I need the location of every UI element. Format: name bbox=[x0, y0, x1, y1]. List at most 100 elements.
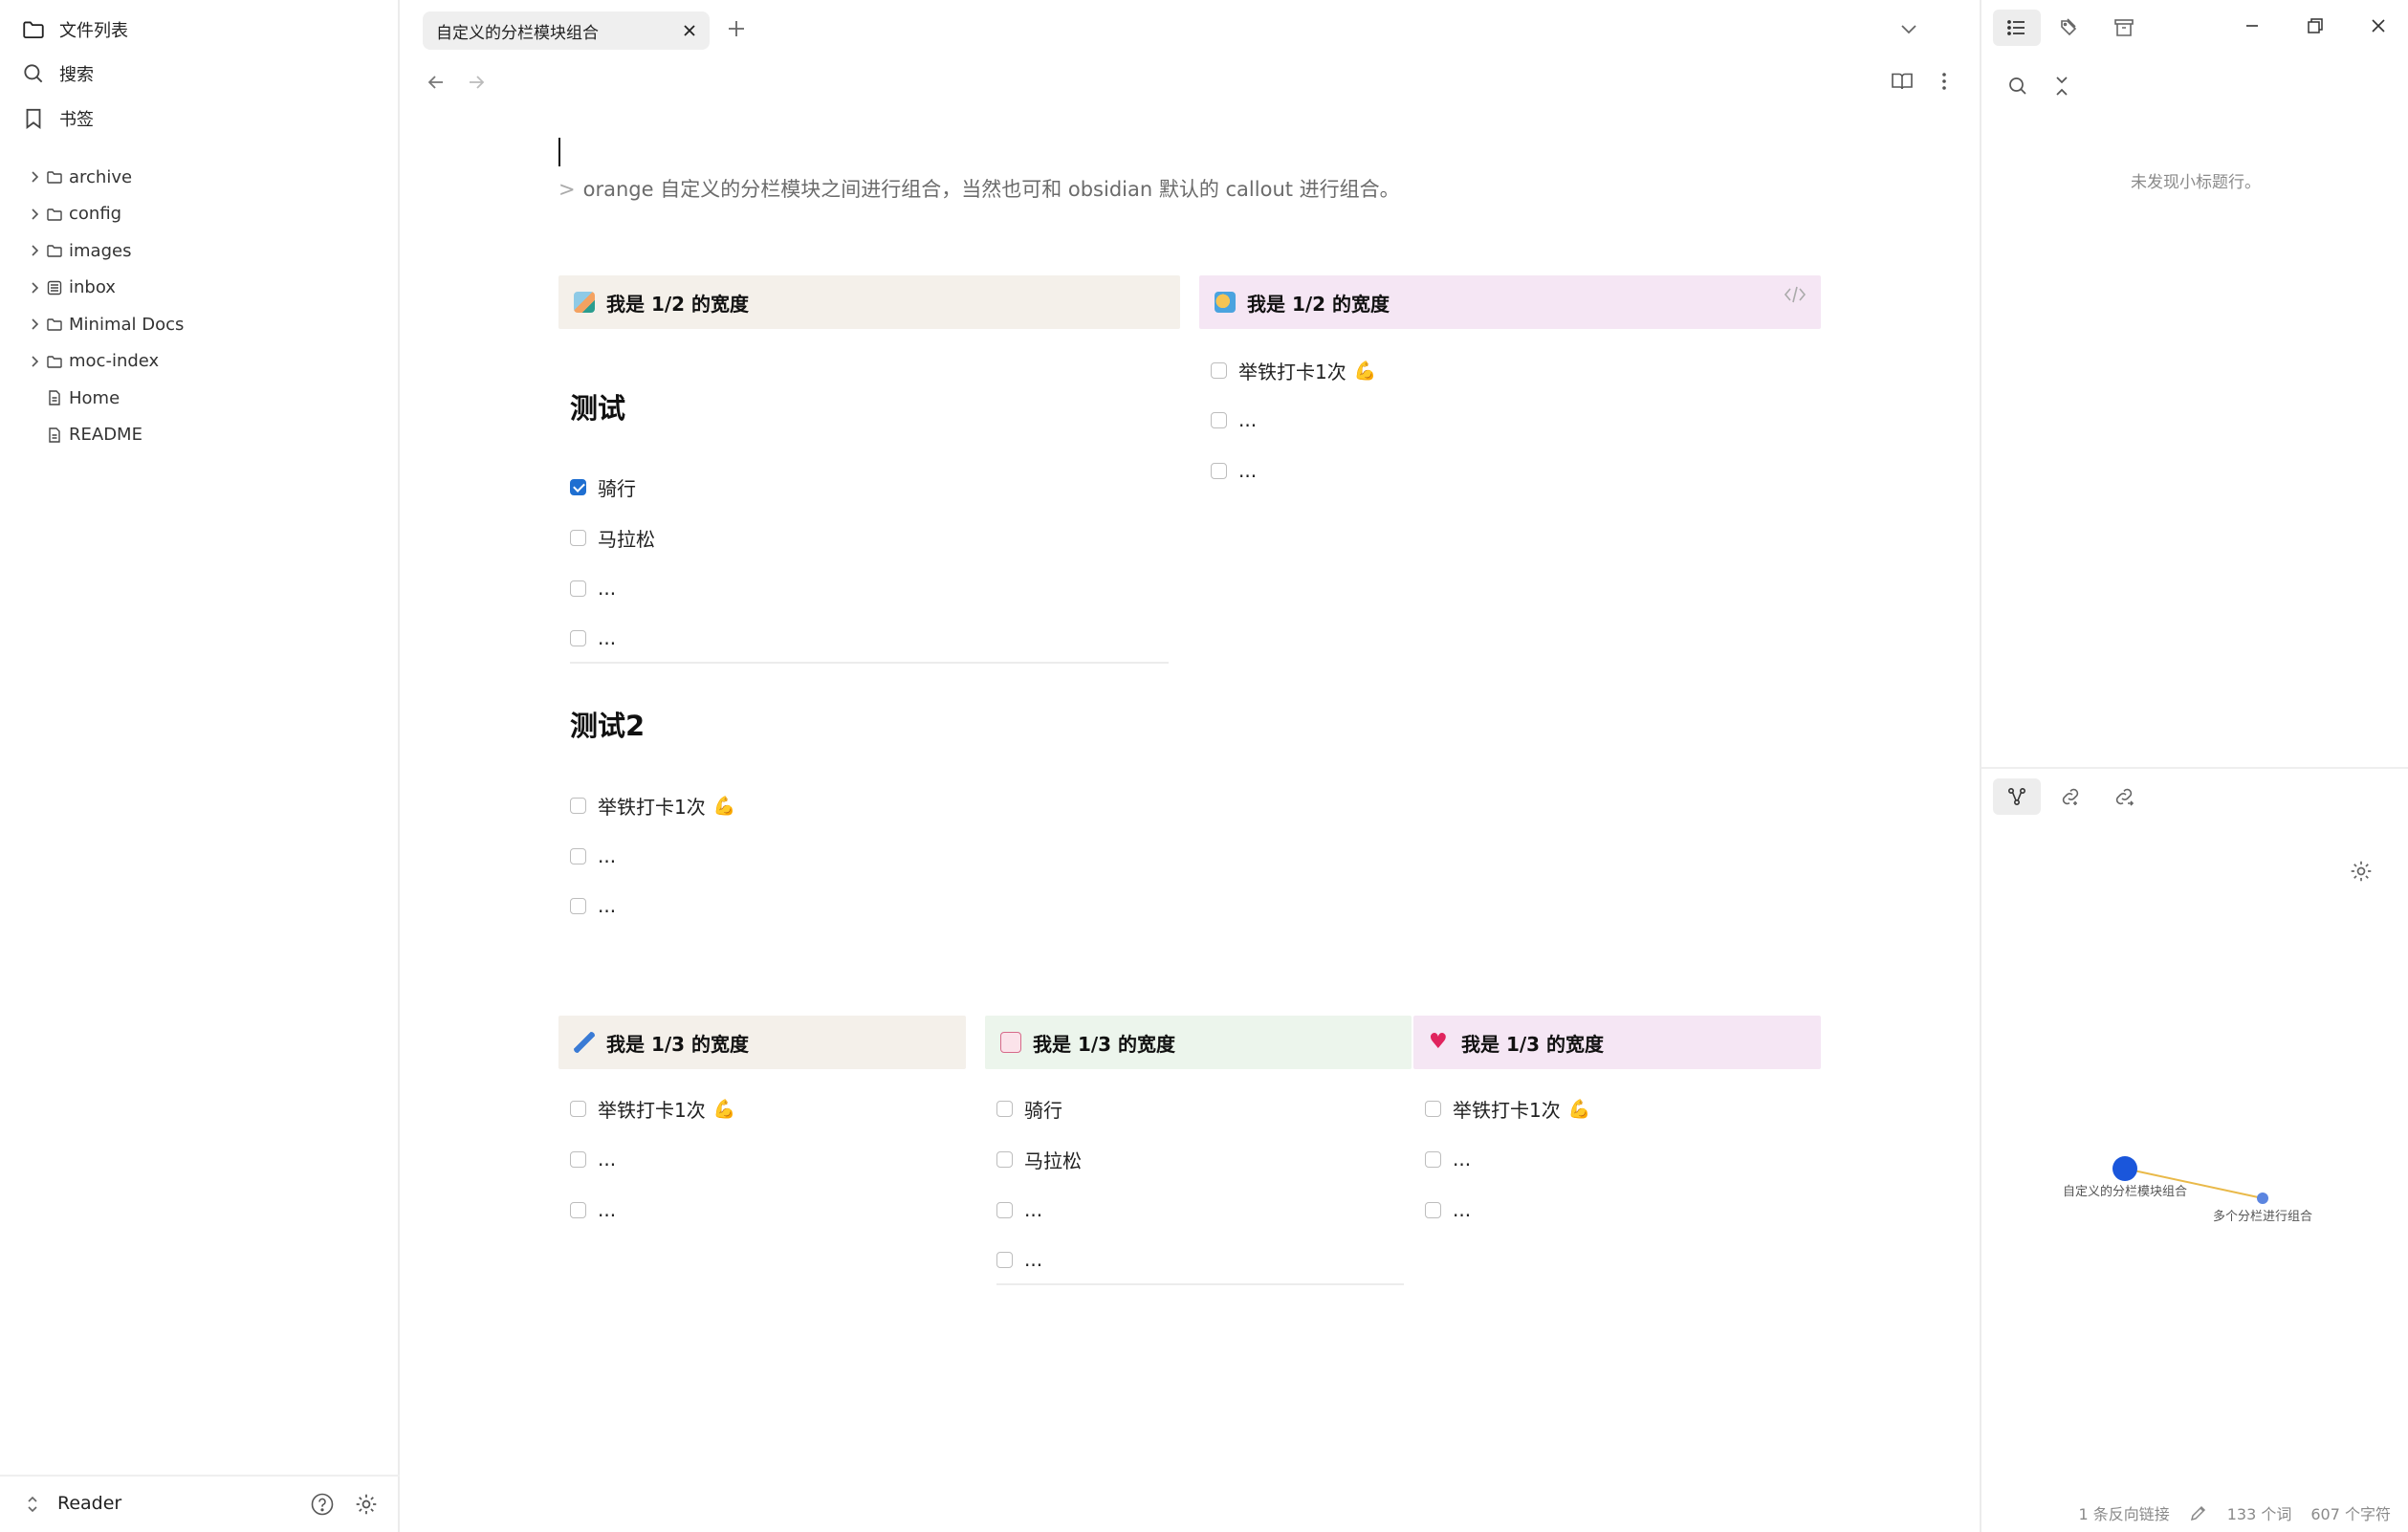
chevron-right-icon[interactable] bbox=[27, 243, 42, 258]
minimize-icon[interactable] bbox=[2242, 15, 2263, 36]
nav-search[interactable]: 搜索 bbox=[21, 57, 94, 90]
checkbox[interactable] bbox=[570, 580, 586, 597]
task-item[interactable]: ... bbox=[1425, 1143, 1471, 1175]
checkbox[interactable] bbox=[570, 1100, 586, 1117]
code-icon[interactable] bbox=[1783, 283, 1807, 306]
tree-folder-archive[interactable]: archive bbox=[27, 159, 184, 196]
nav-files[interactable]: 文件列表 bbox=[21, 13, 128, 46]
chevron-right-icon[interactable] bbox=[27, 354, 42, 369]
collapse-all-icon[interactable] bbox=[2050, 75, 2073, 98]
task-item[interactable]: ... bbox=[1211, 454, 1257, 487]
checkbox[interactable] bbox=[1425, 1201, 1441, 1218]
task-item[interactable]: ... bbox=[1425, 1193, 1471, 1226]
tab-active[interactable]: 自定义的分栏模块组合 bbox=[423, 11, 710, 50]
vault-name[interactable]: Reader bbox=[57, 1493, 121, 1514]
task-item[interactable]: ... bbox=[570, 572, 616, 604]
outline-tab[interactable] bbox=[1993, 10, 2041, 46]
checkbox[interactable] bbox=[570, 529, 586, 546]
backlinks-tab[interactable] bbox=[2047, 778, 2094, 815]
checkbox[interactable] bbox=[570, 847, 586, 864]
task-item[interactable]: 举铁打卡1次 💪 bbox=[570, 789, 735, 821]
callout-half-right-header[interactable]: 我是 1/2 的宽度 bbox=[1199, 275, 1821, 329]
chevron-updown-icon[interactable] bbox=[23, 1494, 42, 1515]
task-item[interactable]: 举铁打卡1次 💪 bbox=[570, 1092, 735, 1125]
checkbox[interactable] bbox=[1425, 1150, 1441, 1168]
tree-label: inbox bbox=[69, 277, 116, 298]
local-graph[interactable]: 自定义的分栏模块组合 多个分栏进行组合 bbox=[1981, 861, 2408, 1243]
graph-node-current[interactable] bbox=[2112, 1156, 2137, 1181]
checkbox[interactable] bbox=[570, 897, 586, 914]
task-item[interactable]: 骑行 bbox=[996, 1092, 1062, 1125]
chevron-right-icon[interactable] bbox=[27, 169, 42, 185]
task-item[interactable]: 举铁打卡1次 💪 bbox=[1211, 354, 1376, 386]
restore-icon[interactable] bbox=[2305, 15, 2326, 36]
word-count: 133 个词 bbox=[2226, 1505, 2292, 1523]
task-text: ... bbox=[598, 626, 617, 649]
plus-icon[interactable] bbox=[723, 15, 750, 42]
callout-half-left-header[interactable]: 我是 1/2 的宽度 bbox=[558, 275, 1180, 329]
checkbox[interactable] bbox=[570, 1201, 586, 1218]
task-item[interactable]: 举铁打卡1次 💪 bbox=[1425, 1092, 1590, 1125]
tree-folder-inbox[interactable]: inbox bbox=[27, 270, 184, 307]
arrow-left-icon[interactable] bbox=[425, 71, 448, 94]
tree-label: images bbox=[69, 240, 132, 261]
checkbox[interactable] bbox=[1211, 361, 1227, 379]
chevron-down-icon[interactable] bbox=[1897, 17, 1920, 40]
chevron-right-icon[interactable] bbox=[27, 280, 42, 295]
tree-folder-config[interactable]: config bbox=[27, 196, 184, 233]
callout-third-3-header[interactable]: ♥ 我是 1/3 的宽度 bbox=[1413, 1016, 1821, 1069]
checkbox[interactable] bbox=[570, 797, 586, 814]
chevron-right-icon[interactable] bbox=[27, 207, 42, 222]
backlinks-count[interactable]: 1 条反向链接 bbox=[2078, 1501, 2169, 1524]
checkbox[interactable] bbox=[570, 1150, 586, 1168]
checkbox[interactable] bbox=[1211, 462, 1227, 479]
dna-emoji-icon bbox=[574, 1032, 595, 1053]
tags-tab[interactable] bbox=[2047, 10, 2094, 46]
task-item[interactable]: 骑行 bbox=[570, 471, 636, 503]
callout-third-2-header[interactable]: 我是 1/3 的宽度 bbox=[985, 1016, 1412, 1069]
reading-view-icon[interactable] bbox=[1890, 69, 1915, 94]
arrow-right-icon[interactable] bbox=[465, 71, 488, 94]
callout-third-1-header[interactable]: 我是 1/3 的宽度 bbox=[558, 1016, 966, 1069]
task-item[interactable]: 马拉松 bbox=[996, 1143, 1082, 1175]
help-icon[interactable] bbox=[310, 1492, 335, 1517]
checkbox[interactable] bbox=[1211, 411, 1227, 428]
task-item[interactable]: ... bbox=[996, 1243, 1042, 1276]
graph-node-linked[interactable] bbox=[2257, 1193, 2268, 1204]
task-item[interactable]: ... bbox=[570, 840, 616, 872]
pencil-icon[interactable] bbox=[2189, 1503, 2208, 1522]
task-item[interactable]: ... bbox=[570, 889, 616, 922]
checkbox[interactable] bbox=[570, 629, 586, 646]
checkbox[interactable] bbox=[996, 1201, 1013, 1218]
local-graph-tab[interactable] bbox=[1993, 778, 2041, 815]
tree-folder-images[interactable]: images bbox=[27, 232, 184, 270]
task-item[interactable]: ... bbox=[1211, 404, 1257, 436]
nav-bookmarks[interactable]: 书签 bbox=[21, 102, 94, 135]
archive-tab[interactable] bbox=[2100, 10, 2148, 46]
vault-bar: Reader bbox=[0, 1475, 400, 1532]
blockquote[interactable]: > orange 自定义的分栏模块之间进行组合，当然也可和 obsidian 默认… bbox=[558, 174, 1400, 203]
checkbox[interactable] bbox=[996, 1100, 1013, 1117]
more-options-icon[interactable] bbox=[1932, 69, 1957, 94]
close-icon[interactable] bbox=[679, 20, 700, 41]
gear-icon[interactable] bbox=[354, 1492, 379, 1517]
tree-file-readme[interactable]: README bbox=[27, 417, 184, 454]
checkbox[interactable] bbox=[996, 1150, 1013, 1168]
task-item[interactable]: ... bbox=[996, 1193, 1042, 1226]
close-window-icon[interactable] bbox=[2368, 15, 2389, 36]
tree-folder-moc-index[interactable]: moc-index bbox=[27, 343, 184, 381]
task-text: ... bbox=[598, 894, 617, 917]
task-item[interactable]: ... bbox=[570, 1143, 616, 1175]
task-item[interactable]: 马拉松 bbox=[570, 521, 655, 554]
search-icon[interactable] bbox=[2006, 75, 2029, 98]
outgoing-links-tab[interactable] bbox=[2100, 778, 2148, 815]
task-item[interactable]: ... bbox=[570, 1193, 616, 1226]
tree-folder-minimal-docs[interactable]: Minimal Docs bbox=[27, 306, 184, 343]
task-text: ... bbox=[1238, 408, 1258, 431]
checkbox[interactable] bbox=[996, 1251, 1013, 1268]
tree-file-home[interactable]: Home bbox=[27, 380, 184, 417]
checkbox[interactable] bbox=[1425, 1100, 1441, 1117]
checkbox-checked[interactable] bbox=[570, 478, 586, 495]
chevron-right-icon[interactable] bbox=[27, 317, 42, 332]
task-item[interactable]: ... bbox=[570, 622, 616, 654]
